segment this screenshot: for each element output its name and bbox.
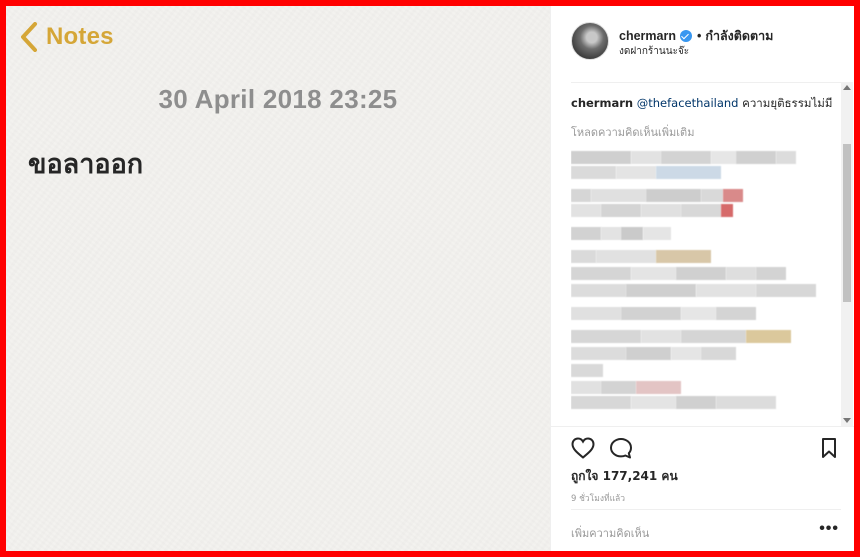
- verified-icon: [679, 30, 692, 42]
- blurred-comment-row: [571, 307, 847, 320]
- comments-scrollbar[interactable]: [841, 82, 853, 426]
- blurred-comment-row: [571, 330, 847, 343]
- blurred-comments: [571, 151, 847, 409]
- blurred-comment-row: [571, 189, 847, 202]
- comment-icon[interactable]: [609, 437, 633, 459]
- blurred-comment-row: [571, 364, 847, 377]
- blurred-comment-row: [571, 151, 847, 164]
- more-options-icon[interactable]: •••: [819, 520, 839, 538]
- like-count[interactable]: ถูกใจ 177,241 คน: [571, 467, 678, 486]
- bookmark-icon[interactable]: [821, 437, 837, 459]
- scrollbar-thumb[interactable]: [843, 144, 851, 302]
- add-comment-placeholder[interactable]: เพิ่มความคิดเห็น: [571, 524, 649, 542]
- caption-text: ความยุติธรรมไม่มี: [738, 96, 833, 110]
- post-timestamp[interactable]: 9 ชั่วโมงที่แล้ว: [571, 491, 625, 505]
- username-link[interactable]: chermarn: [619, 29, 676, 43]
- caption-mention[interactable]: @thefacethailand: [637, 96, 739, 110]
- blurred-comment-row: [571, 284, 847, 297]
- notes-panel: Notes 30 April 2018 23:25 ขอลาออก: [6, 6, 550, 551]
- instagram-post-panel: chermarn • กำลังติดตาม งดฝากร้านนะจ๊ะ ch…: [550, 6, 854, 551]
- scroll-up-icon[interactable]: [843, 85, 851, 90]
- scroll-down-icon[interactable]: [843, 418, 851, 423]
- blurred-comment-row: [571, 381, 847, 394]
- post-user-line: chermarn • กำลังติดตาม: [619, 26, 773, 46]
- chevron-left-icon: [21, 22, 37, 52]
- notes-back-label: Notes: [46, 23, 114, 50]
- caption-username[interactable]: chermarn: [571, 96, 633, 110]
- blurred-comment-row: [571, 347, 847, 360]
- note-date: 30 April 2018 23:25: [158, 84, 398, 114]
- add-comment-field[interactable]: เพิ่มความคิดเห็น •••: [571, 509, 841, 549]
- blurred-comment-row: [571, 396, 847, 409]
- comments-section[interactable]: chermarn @thefacethailand ความยุติธรรมไม…: [571, 82, 847, 426]
- blurred-comment-row: [571, 166, 847, 179]
- heart-icon[interactable]: [571, 437, 595, 459]
- separator-dot: •: [696, 29, 702, 43]
- location-link[interactable]: งดฝากร้านนะจ๊ะ: [619, 44, 689, 59]
- blurred-comment-row: [571, 204, 847, 217]
- blurred-comment-row: [571, 227, 847, 240]
- load-more-comments-button[interactable]: โหลดความคิดเห็นเพิ่มเติม: [571, 123, 847, 141]
- follow-status-button[interactable]: กำลังติดตาม: [705, 26, 773, 46]
- blurred-comment-row: [571, 250, 847, 263]
- post-actions: ถูกใจ 177,241 คน 9 ชั่วโมงที่แล้ว เพิ่มค…: [551, 426, 854, 550]
- notes-back-button[interactable]: Notes: [20, 22, 114, 52]
- post-caption: chermarn @thefacethailand ความยุติธรรมไม…: [571, 95, 847, 111]
- blurred-comment-row: [571, 267, 847, 280]
- screenshot-frame: Notes 30 April 2018 23:25 ขอลาออก cherma…: [6, 6, 854, 551]
- post-header: chermarn • กำลังติดตาม งดฝากร้านนะจ๊ะ: [551, 6, 854, 72]
- avatar[interactable]: [571, 22, 609, 60]
- note-body[interactable]: ขอลาออก: [28, 142, 143, 185]
